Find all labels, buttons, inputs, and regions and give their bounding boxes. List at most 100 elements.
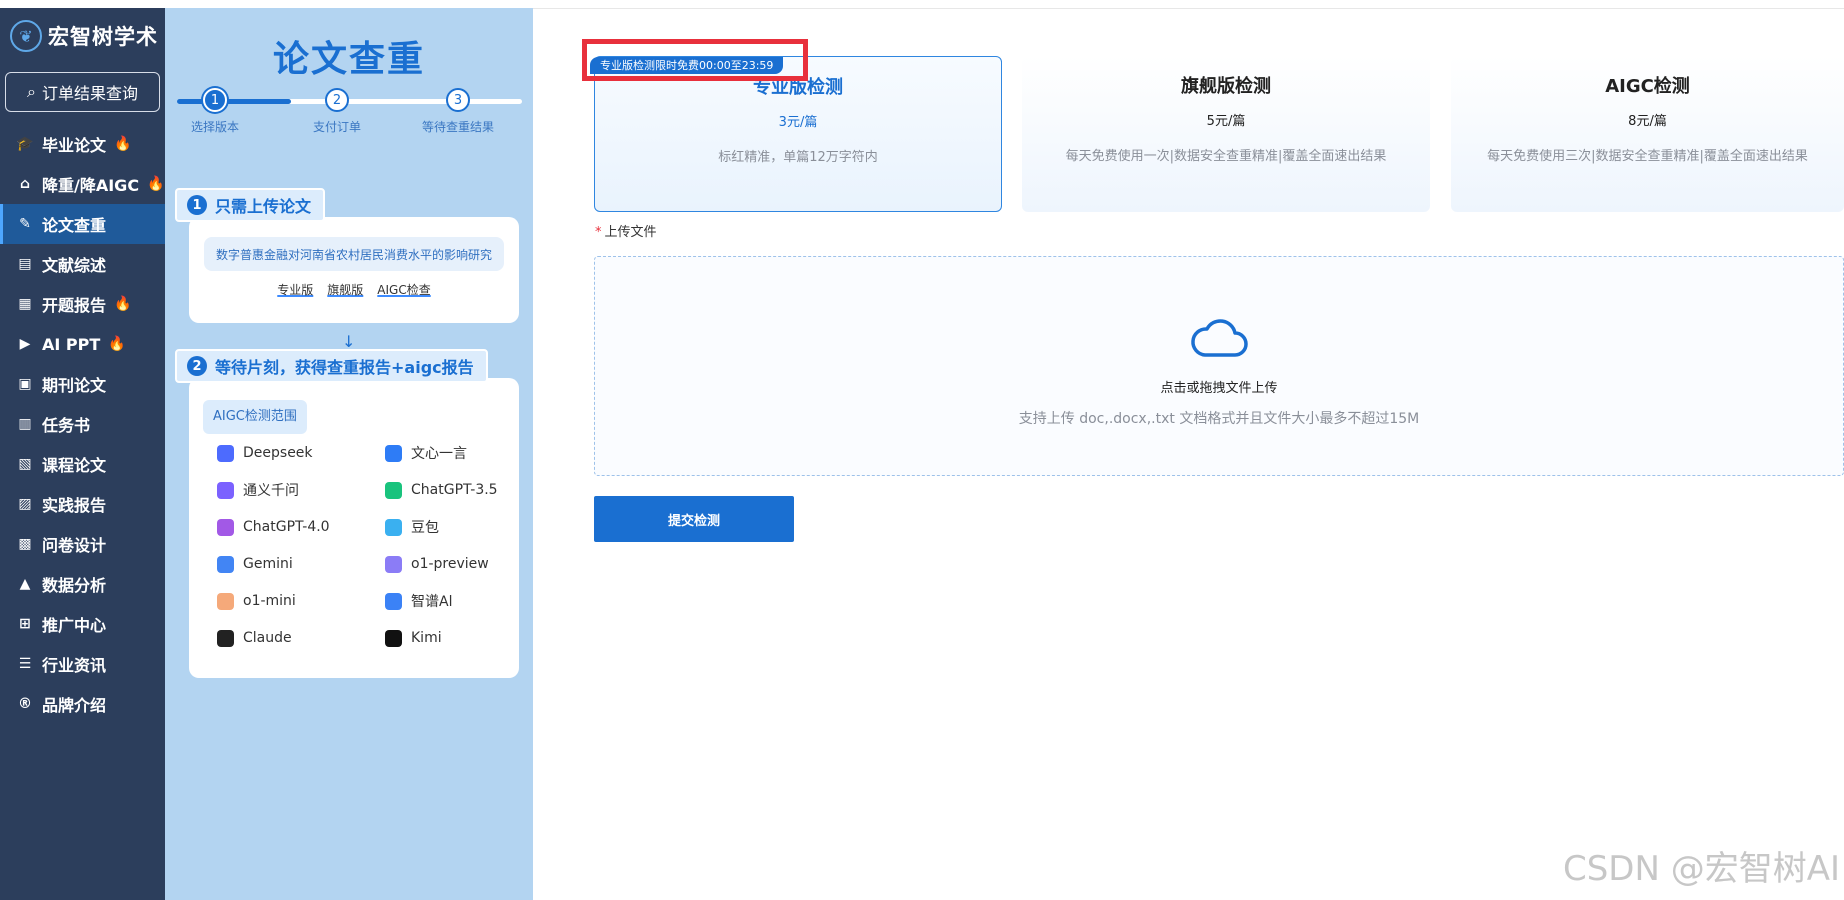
aigc-model-item: Gemini [217,553,385,575]
dropzone-main-text: 点击或拖拽文件上传 [1160,381,1278,396]
sidebar-item-8[interactable]: ▧ 课程论文 [0,444,165,484]
sidebar-item-label: 实践报告 [42,496,107,515]
step-1-label: 选择版本 [190,120,239,134]
aigc-model-item: 文心一言 [385,442,515,464]
plan-aigc-name: AIGC检测 [1605,76,1690,97]
plan-flagship-name: 旗舰版检测 [1181,76,1271,97]
link-professional[interactable]: 专业版 [277,281,313,298]
aigc-model-name: Kimi [411,630,442,646]
sidebar-item-5[interactable]: ▶ AI PPT 🔥 [0,324,165,364]
upload-label: * 上传文件 [595,221,657,240]
step-2-dot: 2 [325,88,349,112]
search-icon: ⌕ [27,82,36,101]
sidebar-item-label: 行业资讯 [42,656,107,675]
brand[interactable]: ❦ 宏智树学术 [0,8,165,64]
plan-flagship[interactable]: 旗舰版检测 5元/篇 每天免费使用一次|数据安全查重精准|覆盖全面速出结果 [1022,56,1430,212]
sidebar-item-label: 毕业论文 [42,136,107,155]
submit-check-button[interactable]: 提交检测 [594,496,794,542]
plan-aigc-price: 8元/篇 [1628,114,1667,129]
report-icon: ▦ [18,296,32,312]
aigc-model-item: Claude [217,627,385,649]
aigc-model-name: 智谱Al [411,594,453,610]
version-links: 专业版 旗舰版 AIGC检查 [189,281,519,298]
aigc-model-item: 通义千问 [217,479,385,501]
sidebar-item-11[interactable]: ▲ 数据分析 [0,564,165,604]
sidebar-item-0[interactable]: 🎓 毕业论文 🔥 [0,124,165,164]
sidebar-item-6[interactable]: ▣ 期刊论文 [0,364,165,404]
card2-header: 2 等待片刻，获得查重报告+aigc报告 [175,349,488,383]
sidebar: ❦ 宏智树学术 ⌕ 订单结果查询 🎓 毕业论文 🔥 ⌂ 降重/降AIGC 🔥 ✎ 论文查重 ▤ 文… [0,8,165,900]
upload-paper-card: 数字普惠金融对河南省农村居民消费水平的影响研究 专业版 旗舰版 AIGC检查 [189,217,519,323]
upload-label-text: 上传文件 [604,225,657,240]
card1-number: 1 [187,195,207,215]
aigc-model-name: o1-preview [411,556,489,572]
card1-header: 1 只需上传论文 [175,188,326,222]
sidebar-item-1[interactable]: ⌂ 降重/降AIGC 🔥 [0,164,165,204]
chart-icon: ▲ [19,576,31,592]
gemini-icon [217,555,234,573]
aigc-model-name: Gemini [243,556,293,572]
plan-flagship-desc: 每天免费使用一次|数据安全查重精准|覆盖全面速出结果 [1065,149,1387,164]
sidebar-item-label: 课程论文 [42,456,107,475]
deepseek-icon [217,444,234,462]
file-dropzone[interactable]: 点击或拖拽文件上传 支持上传 doc,.docx,.txt 文档格式并且文件大小… [594,256,1844,476]
kimi-icon [385,629,402,647]
aigc-report-card: AIGC检测范围 Deepseek 文心一言 通义千问 ChatGPT-3.5 Chat… [189,378,519,678]
sidebar-item-label: 文献综述 [42,256,107,275]
link-aigc[interactable]: AIGC检查 [377,281,430,298]
required-mark: * [595,225,602,240]
step-3-label: 等待查重结果 [421,120,494,134]
aigc-model-name: 通义千问 [243,483,299,499]
promo-badge: 专业版检测限时免费00:00至23:59 [590,57,784,74]
panel-title: 论文查重 [272,39,425,80]
practice-icon: ▨ [18,496,32,512]
info-panel: 论文查重 1 选择版本 2 支付订单 3 等待查重结果 数字普惠金融对河南省农村… [165,8,533,900]
sidebar-item-10[interactable]: ▩ 问卷设计 [0,524,165,564]
link-flagship[interactable]: 旗舰版 [327,281,363,298]
aigc-model-item: o1-preview [385,553,515,575]
survey-icon: ▩ [18,536,32,552]
card2-title: 等待片刻，获得查重报告+aigc报告 [215,358,474,377]
sample-topic: 数字普惠金融对河南省农村居民消费水平的影响研究 [204,237,504,271]
sidebar-item-4[interactable]: ▦ 开题报告 🔥 [0,284,165,324]
order-result-query-button[interactable]: ⌕ 订单结果查询 [5,72,160,112]
step-1: 1 选择版本 [175,88,255,135]
aigc-model-item: o1-mini [217,590,385,612]
chatgpt40-icon [217,518,234,536]
ppt-icon: ▶ [19,336,31,352]
chatgpt35-icon [385,481,402,499]
aigc-model-item: ChatGPT-3.5 [385,479,515,501]
robot-icon: ⌂ [19,176,31,192]
sidebar-item-3[interactable]: ▤ 文献综述 [0,244,165,284]
aigc-model-name: Deepseek [243,445,313,461]
sidebar-item-label: 品牌介绍 [42,696,107,715]
aigc-model-name: Claude [243,630,292,646]
aigc-model-name: ChatGPT-4.0 [243,519,330,535]
plan-flagship-price: 5元/篇 [1206,114,1246,129]
grid-icon: ⊞ [19,616,31,632]
sidebar-item-label: 期刊论文 [42,376,107,395]
sidebar-item-label: 开题报告 [42,296,107,315]
sidebar-item-label: 任务书 [42,416,91,435]
sidebar-item-9[interactable]: ▨ 实践报告 [0,484,165,524]
claude-icon [217,629,234,647]
o1-mini-icon [217,592,234,610]
app-root: ❦ 宏智树学术 ⌕ 订单结果查询 🎓 毕业论文 🔥 ⌂ 降重/降AIGC 🔥 ✎ 论文查重 ▤ 文… [0,0,1844,900]
plan-aigc[interactable]: AIGC检测 8元/篇 每天免费使用三次|数据安全查重精准|覆盖全面速出结果 [1451,56,1844,212]
sidebar-item-13[interactable]: ☰ 行业资讯 [0,644,165,684]
aigc-model-name: o1-mini [243,593,296,609]
sidebar-item-14[interactable]: ® 品牌介绍 [0,684,165,724]
aigc-model-item: Deepseek [217,442,385,464]
step-3: 3 等待查重结果 [393,88,523,135]
sidebar-item-label: 推广中心 [42,616,107,635]
sidebar-item-12[interactable]: ⊞ 推广中心 [0,604,165,644]
aigc-model-item: 豆包 [385,516,515,538]
course-icon: ▧ [18,456,32,472]
sidebar-item-7[interactable]: ▥ 任务书 [0,404,165,444]
tree-logo-icon: ❦ [10,20,42,52]
sidebar-item-2[interactable]: ✎ 论文查重 [0,204,165,244]
aigc-model-name: 豆包 [411,520,439,536]
sidebar-item-label: AI PPT [42,334,101,354]
aigc-model-list: Deepseek 文心一言通义千问 ChatGPT-3.5 ChatGPT-4.0 豆包… [217,442,519,649]
plan-professional-price: 3元/篇 [778,115,818,130]
